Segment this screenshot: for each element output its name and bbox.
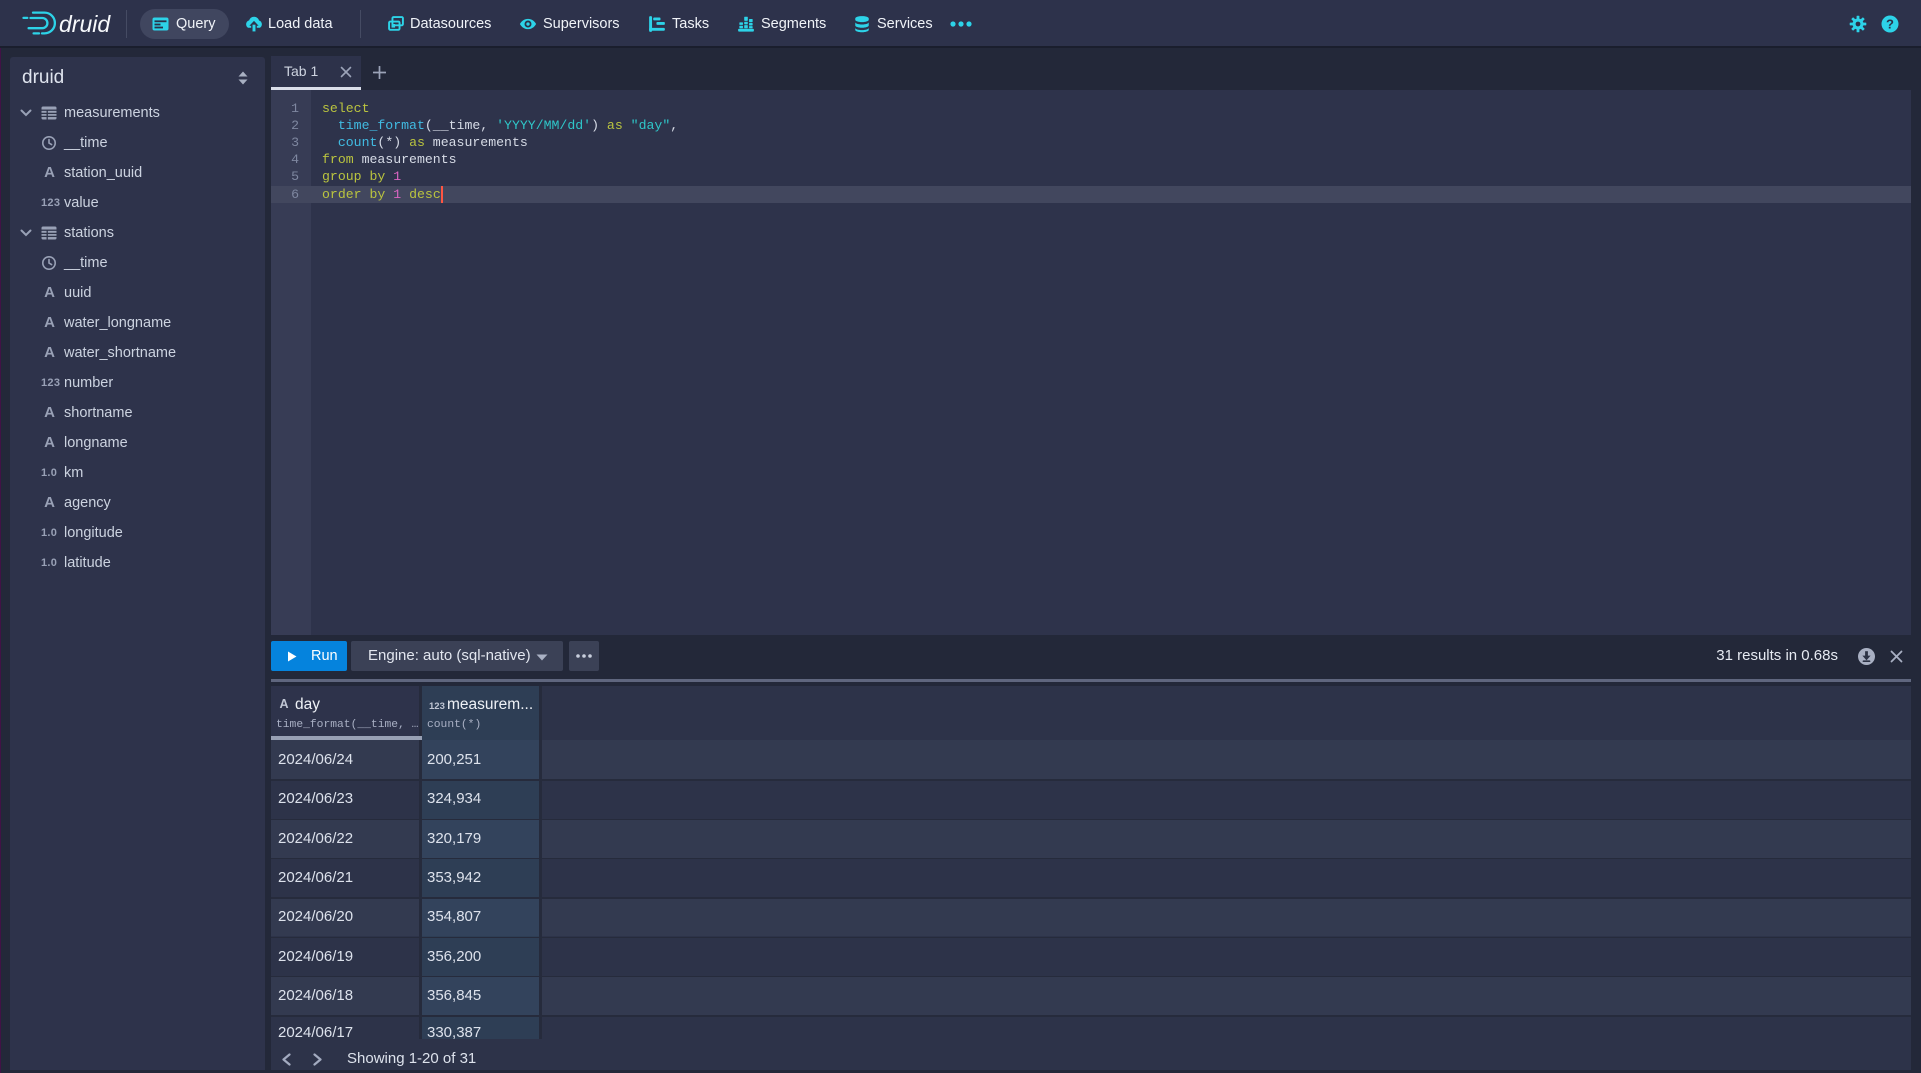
svg-text:?: ? (1886, 17, 1894, 32)
